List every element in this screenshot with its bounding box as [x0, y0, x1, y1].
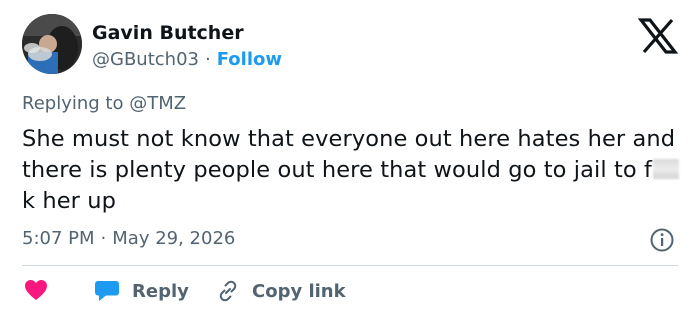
- separator-dot: ·: [204, 49, 211, 70]
- tweet-text-part-2: k her up: [22, 188, 117, 214]
- tweet-text: She must not know that everyone out here…: [22, 124, 682, 217]
- tweet-timestamp[interactable]: 5:07 PM · May 29, 2026: [22, 226, 235, 252]
- copy-link-label: Copy link: [252, 280, 346, 302]
- reply-label: Reply: [132, 280, 189, 302]
- separator-dot: ·: [100, 228, 107, 249]
- tweet-text-part-1: She must not know that everyone out here…: [22, 126, 676, 183]
- link-icon: [219, 280, 237, 302]
- copy-link-button[interactable]: Copy link: [216, 276, 346, 306]
- heart-icon[interactable]: [24, 279, 48, 301]
- replying-mention[interactable]: @TMZ: [129, 93, 186, 114]
- divider: [22, 265, 678, 266]
- replying-prefix: Replying to: [22, 93, 124, 114]
- replying-to: Replying to @TMZ: [22, 92, 186, 116]
- follow-button[interactable]: Follow: [217, 49, 282, 70]
- author-name[interactable]: Gavin Butcher: [92, 21, 244, 45]
- action-bar: Reply Copy link: [22, 276, 678, 306]
- tweet-time: 5:07 PM: [22, 228, 95, 249]
- avatar[interactable]: [22, 14, 82, 74]
- reply-bubble-icon: [95, 281, 119, 301]
- info-icon[interactable]: [649, 227, 675, 253]
- x-logo-icon[interactable]: [637, 18, 679, 54]
- author-handle-row: @GButch03 · Follow: [92, 48, 282, 72]
- reply-button[interactable]: Reply: [94, 276, 189, 306]
- censor-blur: [653, 159, 680, 179]
- author-handle[interactable]: @GButch03: [92, 49, 199, 70]
- tweet-date: May 29, 2026: [112, 228, 236, 249]
